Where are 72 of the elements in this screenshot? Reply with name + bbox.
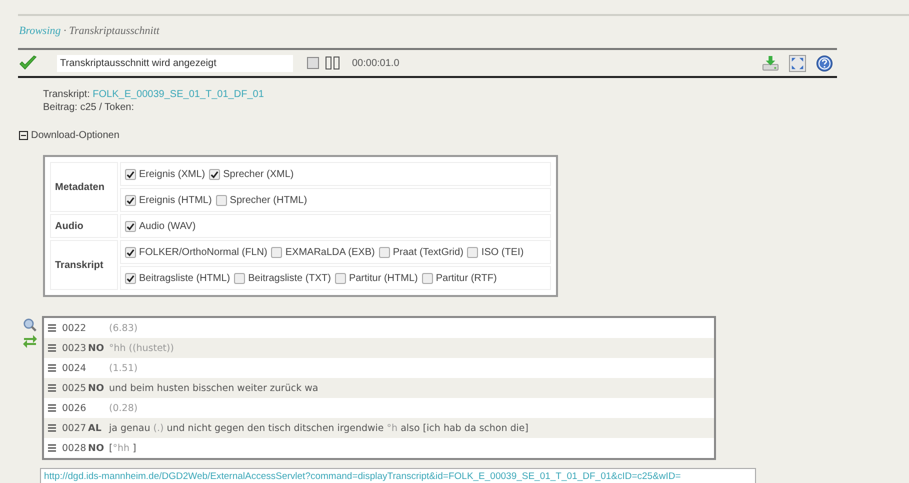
- help-icon[interactable]: [816, 54, 833, 72]
- pause-icon[interactable]: [325, 56, 341, 70]
- speaker-code: AL: [88, 422, 102, 434]
- menu-icon[interactable]: [48, 424, 56, 432]
- group-label: Metadaten: [55, 182, 104, 192]
- checkbox[interactable]: [467, 246, 478, 258]
- line-number: 0023: [62, 342, 86, 354]
- menu-icon[interactable]: [48, 324, 56, 332]
- option-label: Sprecher (HTML): [230, 194, 308, 206]
- checkbox[interactable]: [378, 246, 390, 258]
- utterance-text: (1.51): [109, 362, 138, 374]
- option-label: EXMARaLDA (EXB): [285, 246, 375, 258]
- checkbox[interactable]: [234, 272, 246, 284]
- stop-button[interactable]: [307, 57, 319, 69]
- option-label: Partitur (RTF): [436, 272, 497, 284]
- utterance-text: (0.28): [109, 402, 138, 414]
- utterance-text: °hh ((hustet)): [109, 342, 174, 354]
- speaker-code: NO: [88, 382, 104, 394]
- option-label: FOLKER/OrthoNormal (FLN): [139, 246, 268, 258]
- option-label: Beitragsliste (HTML): [139, 272, 230, 284]
- checkbox[interactable]: [125, 272, 136, 284]
- line-number: 0025: [62, 382, 86, 394]
- url-field[interactable]: http://dgd.ids-mannheim.de/DGD2Web/ExternalAccessServlet?command=displayTranscript&id=FOLK_E_00039_SE_01_T_01_DF_01&cID=c25&wID=: [40, 468, 756, 483]
- checkbox[interactable]: [209, 168, 220, 180]
- utterance-text: und beim husten bisschen weiter zurück wa: [109, 382, 318, 394]
- checkmark-icon: [19, 55, 37, 71]
- status-field: Transkriptausschnitt wird angezeigt: [57, 54, 293, 72]
- checkbox[interactable]: [334, 272, 346, 284]
- checkbox[interactable]: [216, 194, 227, 206]
- breadcrumb-link[interactable]: Browsing: [19, 25, 61, 37]
- line-number: 0027: [62, 422, 86, 434]
- transcript-link[interactable]: FOLK_E_00039_SE_01_T_01_DF_01: [92, 89, 264, 100]
- fullscreen-icon[interactable]: [789, 54, 806, 72]
- line-number: 0024: [62, 362, 86, 374]
- group-label: Audio: [55, 220, 84, 232]
- group-label: Transkript: [55, 260, 104, 270]
- checkbox[interactable]: [271, 246, 282, 258]
- option-label: Praat (TextGrid): [392, 246, 464, 258]
- option-label: Ereignis (HTML): [139, 194, 212, 206]
- option-label: Beitragsliste (TXT): [248, 272, 331, 284]
- breadcrumb-current: Transkriptausschnitt: [69, 25, 160, 37]
- utterance-text: ja genau (.) und nicht gegen den tisch ditschen irgendwie °h also [ich hab da schon die]: [109, 422, 528, 434]
- menu-icon[interactable]: [48, 444, 56, 452]
- line-number: 0028: [62, 442, 86, 454]
- utterance-text: [°hh ]: [109, 442, 136, 454]
- line-number: 0026: [62, 402, 86, 414]
- search-icon[interactable]: [22, 318, 38, 332]
- transcript-label: Transkript:: [43, 89, 91, 100]
- menu-icon[interactable]: [48, 344, 56, 352]
- line-number: 0022: [62, 322, 86, 334]
- time-display: 00:00:01.0: [352, 58, 400, 68]
- menu-icon[interactable]: [48, 404, 56, 412]
- checkbox[interactable]: [125, 194, 136, 206]
- option-label: Ereignis (XML): [139, 168, 206, 180]
- option-label: Partitur (HTML): [348, 272, 418, 284]
- option-label: ISO (TEI): [481, 246, 524, 258]
- checkbox[interactable]: [125, 168, 136, 180]
- swap-arrows-icon[interactable]: [22, 334, 38, 348]
- menu-icon[interactable]: [48, 364, 56, 372]
- checkbox[interactable]: [125, 246, 136, 258]
- option-label: Sprecher (XML): [223, 168, 294, 180]
- speaker-code: NO: [88, 342, 104, 354]
- checkbox[interactable]: [422, 272, 433, 284]
- menu-icon[interactable]: [48, 384, 56, 392]
- collapse-icon[interactable]: [19, 131, 28, 140]
- download-options-toggle[interactable]: Download-Optionen: [31, 130, 120, 141]
- contribution-text: Beitrag: c25 / Token:: [43, 102, 134, 113]
- option-label: Audio (WAV): [139, 220, 196, 232]
- utterance-text: (6.83): [109, 322, 138, 334]
- breadcrumb-separator: ·: [62, 25, 68, 37]
- checkbox[interactable]: [125, 220, 136, 232]
- speaker-code: NO: [88, 442, 104, 454]
